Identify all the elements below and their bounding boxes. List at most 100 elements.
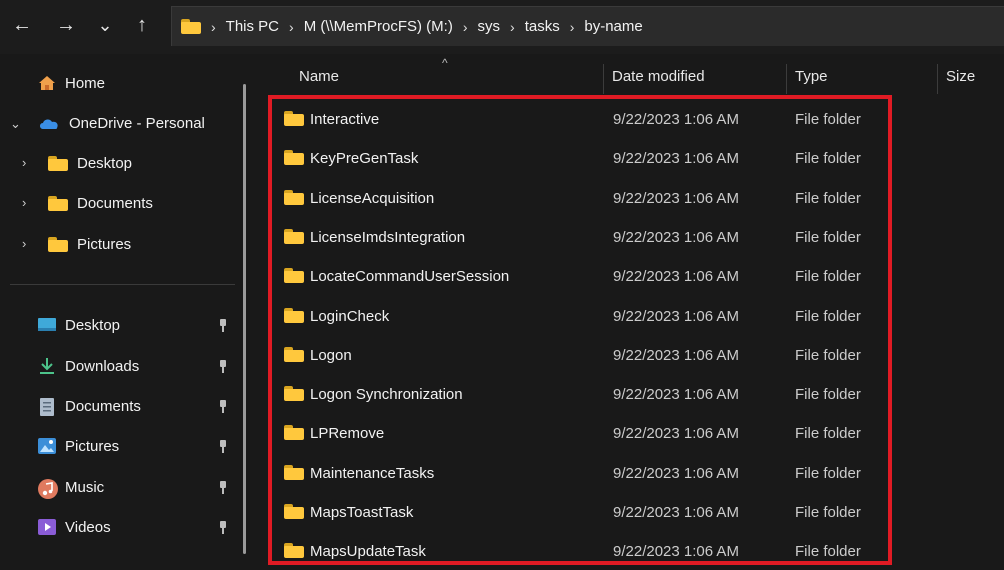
column-header-date-modified[interactable]: Date modified bbox=[612, 68, 705, 85]
chevron-right-icon[interactable]: › bbox=[22, 195, 26, 210]
column-divider[interactable] bbox=[786, 64, 787, 94]
table-row[interactable]: MapsUpdateTask 9/22/2023 1:06 AM File fold… bbox=[274, 531, 884, 570]
pin-icon[interactable] bbox=[217, 440, 229, 454]
file-type: File folder bbox=[795, 150, 861, 168]
folder-icon bbox=[284, 189, 304, 205]
folder-icon bbox=[284, 150, 304, 166]
column-header-size[interactable]: Size bbox=[946, 68, 975, 85]
file-name: Logon Synchronization bbox=[310, 386, 463, 404]
table-row[interactable]: LicenseImdsIntegration 9/22/2023 1:06 AM F… bbox=[274, 217, 884, 256]
file-name: LicenseAcquisition bbox=[310, 189, 435, 207]
sidebar-item-label: Pictures bbox=[77, 235, 132, 253]
folder-icon bbox=[284, 464, 304, 480]
table-row[interactable]: MaintenanceTasks 9/22/2023 1:06 AM File fo… bbox=[274, 453, 884, 492]
table-row[interactable]: LicenseAcquisition 9/22/2023 1:06 AM File … bbox=[274, 178, 884, 217]
folder-icon bbox=[181, 19, 201, 34]
file-date-modified: 9/22/2023 1:06 AM bbox=[613, 111, 739, 128]
folder-icon bbox=[284, 228, 304, 244]
breadcrumb-item[interactable]: by-name bbox=[584, 18, 642, 35]
sidebar-item-pictures[interactable]: Pictures bbox=[38, 431, 119, 461]
file-type: File folder bbox=[795, 228, 861, 246]
sidebar-item-label: Downloads bbox=[65, 357, 140, 375]
breadcrumb-item[interactable]: M (\\MemProcFS) (M:) bbox=[304, 18, 453, 35]
folder-icon bbox=[48, 155, 68, 171]
table-row[interactable]: Interactive 9/22/2023 1:06 AM File folder bbox=[274, 99, 884, 138]
up-arrow-icon: ↑ bbox=[137, 14, 147, 36]
sidebar-item-label: Home bbox=[65, 74, 106, 92]
file-name: LoginCheck bbox=[310, 307, 390, 325]
folder-icon bbox=[48, 195, 68, 211]
file-type: File folder bbox=[795, 425, 861, 443]
file-date-modified: 9/22/2023 1:06 AM bbox=[613, 543, 739, 561]
download-icon bbox=[38, 358, 56, 374]
chevron-down-icon: ⌄ bbox=[97, 15, 113, 35]
file-name: KeyPreGenTask bbox=[310, 150, 419, 168]
address-bar[interactable]: › This PC › M (\\MemProcFS) (M:) › sys › tasks ›… bbox=[171, 6, 1004, 46]
file-name: MapsToastTask bbox=[310, 504, 414, 521]
sidebar-item-documents[interactable]: Documents bbox=[38, 391, 141, 421]
table-row[interactable]: LocateCommandUserSession 9/22/2023 1:06 A… bbox=[274, 256, 884, 295]
sidebar-item-onedrive-pictures[interactable]: Pictures bbox=[48, 229, 131, 259]
table-row[interactable]: MapsToastTask 9/22/2023 1:06 AM File folde… bbox=[274, 492, 884, 531]
up-button[interactable]: ↑ bbox=[129, 10, 155, 40]
breadcrumb: › This PC › M (\\MemProcFS) (M:) › sys › tasks ›… bbox=[201, 7, 643, 46]
sidebar-scrollbar[interactable] bbox=[243, 84, 246, 554]
file-date-modified: 9/22/2023 1:06 AM bbox=[613, 228, 739, 246]
breadcrumb-item[interactable]: sys bbox=[478, 18, 501, 35]
folder-icon bbox=[284, 504, 304, 519]
chevron-right-icon[interactable]: › bbox=[463, 19, 468, 35]
sidebar-item-onedrive[interactable]: OneDrive - Personal bbox=[38, 108, 205, 138]
chevron-right-icon[interactable]: › bbox=[510, 19, 515, 35]
chevron-down-icon[interactable]: ⌄ bbox=[10, 116, 21, 132]
sidebar-item-label: Documents bbox=[65, 397, 141, 415]
chevron-right-icon[interactable]: › bbox=[289, 19, 294, 35]
sidebar-item-label: Desktop bbox=[65, 316, 121, 334]
table-row[interactable]: LPRemove 9/22/2023 1:06 AM File folder bbox=[274, 413, 884, 452]
sidebar-item-desktop[interactable]: Desktop bbox=[38, 310, 120, 340]
file-date-modified: 9/22/2023 1:06 AM bbox=[613, 268, 739, 286]
chevron-right-icon[interactable]: › bbox=[570, 19, 575, 35]
forward-button[interactable]: → bbox=[53, 10, 79, 40]
file-date-modified: 9/22/2023 1:06 AM bbox=[613, 189, 739, 207]
column-header-type[interactable]: Type bbox=[795, 68, 828, 85]
back-button[interactable]: ← bbox=[9, 10, 35, 40]
file-date-modified: 9/22/2023 1:06 AM bbox=[613, 307, 739, 325]
pin-icon[interactable] bbox=[217, 481, 229, 495]
sidebar-item-music[interactable]: Music bbox=[38, 472, 104, 502]
column-divider[interactable] bbox=[937, 64, 938, 94]
desktop-icon bbox=[38, 317, 56, 333]
table-row[interactable]: Logon 9/22/2023 1:06 AM File folder bbox=[274, 335, 884, 374]
table-row[interactable]: Logon Synchronization 9/22/2023 1:06 AM Fi… bbox=[274, 374, 884, 413]
folder-icon bbox=[284, 386, 304, 402]
sidebar-item-label: Music bbox=[65, 478, 105, 496]
file-type: File folder bbox=[795, 189, 861, 207]
breadcrumb-item[interactable]: tasks bbox=[525, 18, 560, 35]
navigation-bar: ← → ⌄ ↑ › This PC › M (\\MemProcFS) (M:) › sy… bbox=[0, 0, 1004, 54]
pin-icon[interactable] bbox=[217, 521, 229, 535]
pin-icon[interactable] bbox=[217, 400, 229, 414]
chevron-right-icon[interactable]: › bbox=[22, 155, 26, 170]
sidebar-item-home[interactable]: Home bbox=[38, 68, 105, 98]
sort-ascending-icon: ^ bbox=[442, 56, 448, 70]
sidebar-item-onedrive-desktop[interactable]: Desktop bbox=[48, 148, 132, 178]
column-header-name[interactable]: Name bbox=[299, 68, 339, 85]
document-icon bbox=[38, 398, 56, 416]
pin-icon[interactable] bbox=[217, 360, 229, 374]
sidebar-item-videos[interactable]: Videos bbox=[38, 512, 111, 542]
breadcrumb-item[interactable]: This PC bbox=[226, 18, 279, 35]
file-type: File folder bbox=[795, 111, 861, 128]
table-row[interactable]: KeyPreGenTask 9/22/2023 1:06 AM File folde… bbox=[274, 138, 884, 177]
folder-icon bbox=[284, 268, 304, 284]
folder-icon bbox=[284, 111, 304, 126]
recent-locations-button[interactable]: ⌄ bbox=[92, 10, 118, 40]
chevron-right-icon[interactable]: › bbox=[211, 19, 216, 35]
sidebar-item-downloads[interactable]: Downloads bbox=[38, 351, 139, 381]
table-row[interactable]: LoginCheck 9/22/2023 1:06 AM File folder bbox=[274, 296, 884, 335]
column-divider[interactable] bbox=[603, 64, 604, 94]
music-icon bbox=[38, 479, 58, 499]
chevron-right-icon[interactable]: › bbox=[22, 236, 26, 251]
pin-icon[interactable] bbox=[217, 319, 229, 333]
sidebar-item-onedrive-documents[interactable]: Documents bbox=[48, 188, 153, 218]
folder-icon bbox=[284, 346, 304, 362]
sidebar-divider bbox=[10, 284, 235, 285]
